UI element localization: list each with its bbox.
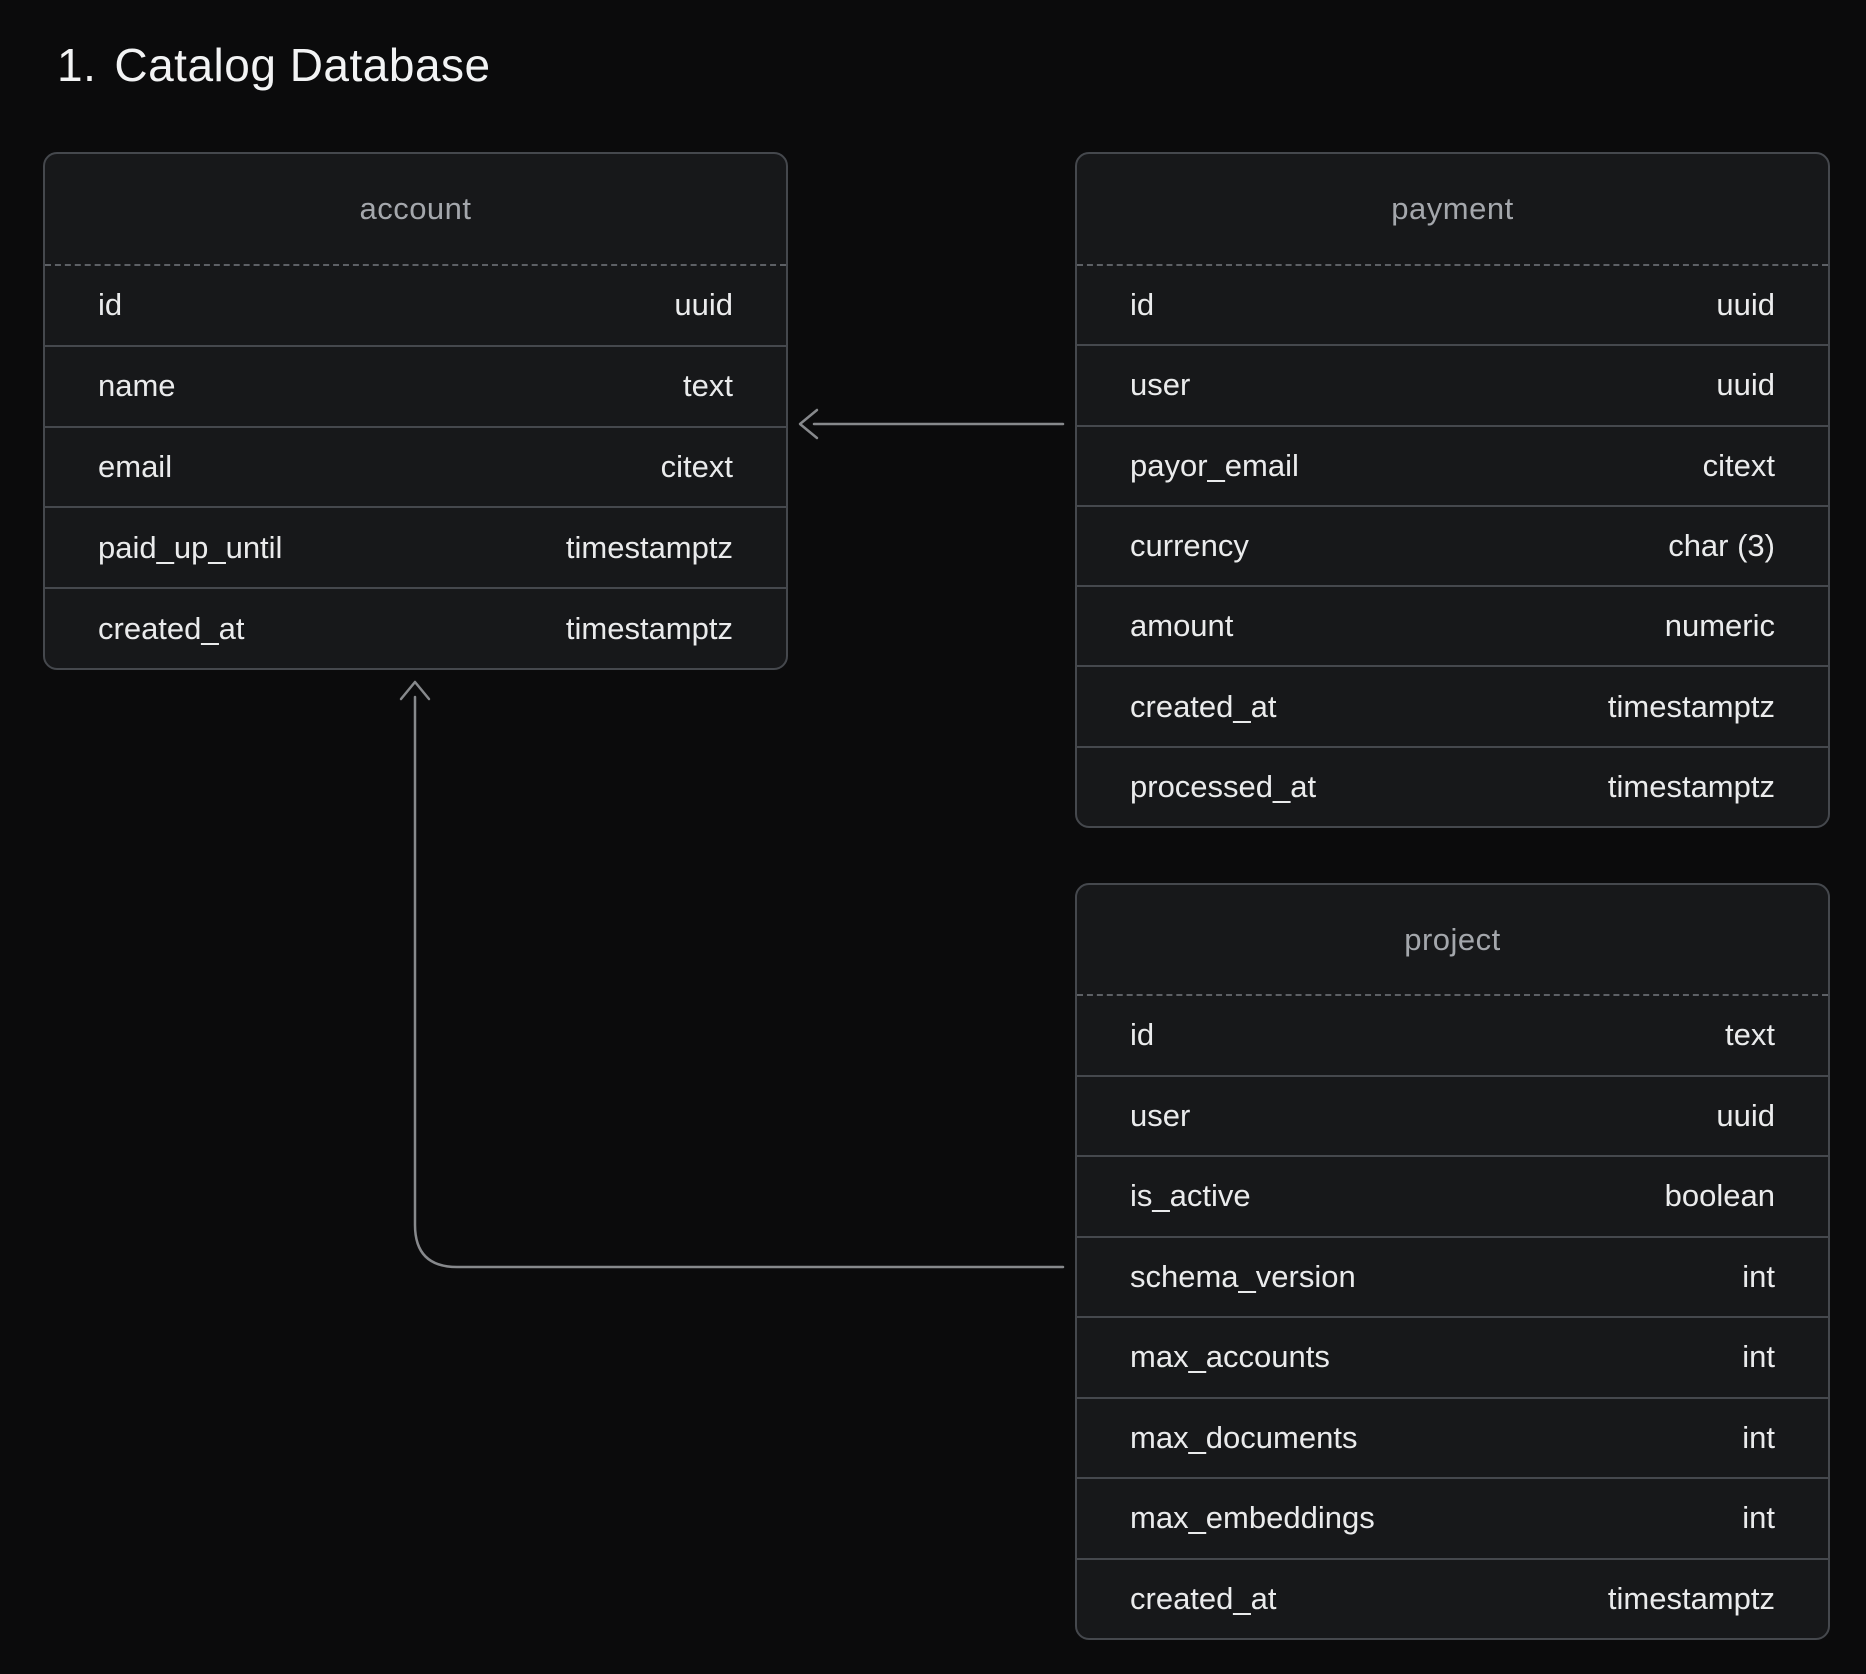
field-type: boolean bbox=[1665, 1178, 1775, 1214]
field-row: max_accounts int bbox=[1077, 1316, 1828, 1397]
field-name: schema_version bbox=[1130, 1259, 1356, 1295]
field-name: is_active bbox=[1130, 1178, 1251, 1214]
field-type: text bbox=[1725, 1017, 1775, 1053]
title-number: 1. bbox=[57, 38, 96, 92]
field-name: name bbox=[98, 368, 176, 404]
page-root: { "title": { "number": "1.", "text": "Ca… bbox=[0, 0, 1866, 1674]
field-row: name text bbox=[45, 345, 786, 426]
field-row: is_active boolean bbox=[1077, 1155, 1828, 1236]
field-name: id bbox=[98, 287, 122, 323]
title-text: Catalog Database bbox=[114, 39, 490, 91]
field-name: user bbox=[1130, 1098, 1190, 1134]
field-rows-payment: id uuid user uuid payor_email citext cur… bbox=[1077, 266, 1828, 826]
field-type: citext bbox=[661, 449, 733, 485]
table-card-account: account id uuid name text email citext p… bbox=[43, 152, 788, 670]
field-type: char (3) bbox=[1668, 528, 1775, 564]
field-name: payor_email bbox=[1130, 448, 1299, 484]
table-header-payment: payment bbox=[1077, 154, 1828, 266]
table-name-project: project bbox=[1404, 922, 1501, 958]
field-type: uuid bbox=[1716, 1098, 1775, 1134]
field-name: id bbox=[1130, 287, 1154, 323]
field-rows-project: id text user uuid is_active boolean sche… bbox=[1077, 996, 1828, 1638]
field-name: max_accounts bbox=[1130, 1339, 1330, 1375]
field-row: payor_email citext bbox=[1077, 425, 1828, 505]
field-row: paid_up_until timestamptz bbox=[45, 506, 786, 587]
diagram-title: 1. Catalog Database bbox=[57, 38, 491, 92]
project-account-arrowhead-up-icon bbox=[401, 682, 429, 699]
field-name: processed_at bbox=[1130, 769, 1316, 805]
field-type: citext bbox=[1703, 448, 1775, 484]
field-name: max_embeddings bbox=[1130, 1500, 1375, 1536]
field-name: user bbox=[1130, 367, 1190, 403]
field-row: processed_at timestamptz bbox=[1077, 746, 1828, 826]
field-row: user uuid bbox=[1077, 1075, 1828, 1156]
field-name: currency bbox=[1130, 528, 1249, 564]
field-name: created_at bbox=[98, 611, 245, 647]
field-name: id bbox=[1130, 1017, 1154, 1053]
payment-account-arrowhead-left-icon bbox=[800, 410, 817, 438]
field-name: paid_up_until bbox=[98, 530, 282, 566]
field-type: timestamptz bbox=[566, 611, 733, 647]
field-row: amount numeric bbox=[1077, 585, 1828, 665]
field-type: text bbox=[683, 368, 733, 404]
field-row: created_at timestamptz bbox=[45, 587, 786, 668]
field-name: created_at bbox=[1130, 1581, 1277, 1617]
field-name: created_at bbox=[1130, 689, 1277, 725]
field-type: uuid bbox=[674, 287, 733, 323]
table-name-payment: payment bbox=[1391, 191, 1513, 227]
field-type: timestamptz bbox=[1608, 689, 1775, 725]
er-canvas: 1. Catalog Database account id uuid name … bbox=[0, 0, 1866, 1674]
table-name-account: account bbox=[359, 191, 471, 227]
field-row: user uuid bbox=[1077, 344, 1828, 424]
field-row: currency char (3) bbox=[1077, 505, 1828, 585]
field-row: email citext bbox=[45, 426, 786, 507]
field-type: uuid bbox=[1716, 287, 1775, 323]
field-row: created_at timestamptz bbox=[1077, 665, 1828, 745]
field-type: numeric bbox=[1665, 608, 1775, 644]
field-row: max_documents int bbox=[1077, 1397, 1828, 1478]
field-row: id uuid bbox=[1077, 266, 1828, 344]
project-account-line bbox=[415, 697, 1063, 1267]
field-row: id uuid bbox=[45, 266, 786, 345]
table-header-account: account bbox=[45, 154, 786, 266]
field-type: timestamptz bbox=[1608, 769, 1775, 805]
field-row: schema_version int bbox=[1077, 1236, 1828, 1317]
table-card-payment: payment id uuid user uuid payor_email ci… bbox=[1075, 152, 1830, 828]
field-name: amount bbox=[1130, 608, 1233, 644]
field-rows-account: id uuid name text email citext paid_up_u… bbox=[45, 266, 786, 668]
field-name: max_documents bbox=[1130, 1420, 1357, 1456]
field-row: max_embeddings int bbox=[1077, 1477, 1828, 1558]
field-row: created_at timestamptz bbox=[1077, 1558, 1828, 1639]
field-name: email bbox=[98, 449, 172, 485]
field-type: int bbox=[1742, 1259, 1775, 1295]
field-type: int bbox=[1742, 1420, 1775, 1456]
field-type: int bbox=[1742, 1500, 1775, 1536]
table-header-project: project bbox=[1077, 885, 1828, 996]
table-card-project: project id text user uuid is_active bool… bbox=[1075, 883, 1830, 1640]
field-type: timestamptz bbox=[1608, 1581, 1775, 1617]
field-type: uuid bbox=[1716, 367, 1775, 403]
field-row: id text bbox=[1077, 996, 1828, 1075]
field-type: timestamptz bbox=[566, 530, 733, 566]
field-type: int bbox=[1742, 1339, 1775, 1375]
